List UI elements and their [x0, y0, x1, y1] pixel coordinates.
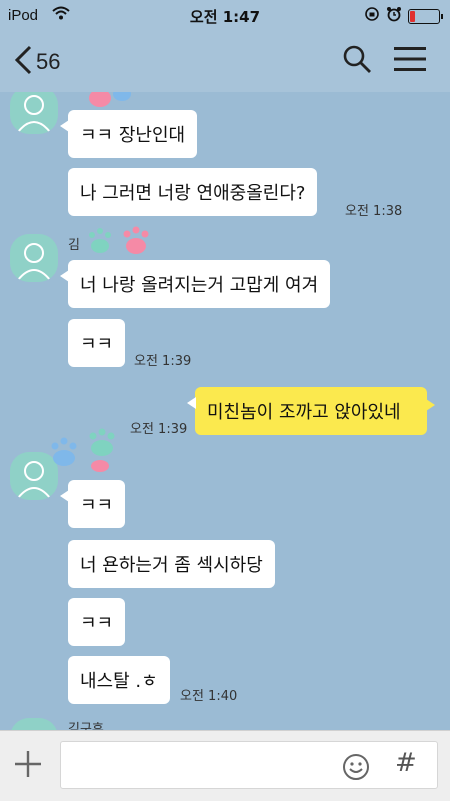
message-bubble[interactable]: 너 나랑 올려지는거 고맙게 여겨	[59, 260, 331, 308]
paw-sticker	[78, 92, 136, 118]
paw-sticker	[48, 428, 128, 478]
person-icon	[10, 95, 58, 134]
search-icon	[342, 45, 372, 78]
message-bubble[interactable]: 너 욘하는거 좀 섹시하당	[68, 540, 275, 588]
menu-button[interactable]	[394, 46, 426, 76]
paw-sticker	[86, 224, 156, 262]
avatar[interactable]	[10, 92, 58, 134]
message-text: 나 그러면 너랑 연애중올린다?	[80, 183, 306, 204]
battery-icon	[408, 8, 443, 24]
message-text: ㅋㅋ	[80, 334, 114, 355]
message-time: 오전 1:39	[130, 422, 188, 437]
plus-icon	[12, 751, 44, 784]
hashtag-button[interactable]: #	[395, 748, 417, 778]
back-button[interactable]: 56	[12, 44, 60, 80]
search-button[interactable]	[342, 44, 372, 78]
message-bubble[interactable]: ㅋㅋ	[68, 598, 126, 646]
message-time: 오전 1:40	[180, 689, 238, 704]
message-text: ㅋㅋ	[80, 495, 114, 516]
message-time: 오전 1:38	[345, 204, 403, 219]
message-text: 너 나랑 올려지는거 고맙게 여겨	[80, 275, 319, 296]
message-bubble[interactable]: 내스탈 .ㅎ	[68, 656, 170, 704]
message-bubble[interactable]: 나 그러면 너랑 연애중올린다?	[68, 168, 318, 216]
status-bar: iPod 오전 1:47	[0, 0, 450, 30]
message-text: ㅋㅋ 장난인대	[80, 125, 186, 146]
sender-name: 김구휴	[68, 722, 104, 730]
rotation-lock-icon	[364, 6, 380, 26]
sender-name: 김	[68, 238, 80, 253]
my-message-bubble[interactable]: 미친놈이 조까고 앉아있네	[187, 387, 435, 435]
input-bar: #	[0, 730, 450, 801]
message-bubble[interactable]: ㅋㅋ	[68, 319, 126, 367]
status-icons	[364, 6, 443, 26]
smiley-icon	[342, 754, 370, 785]
chat-messages[interactable]: ㅋㅋ 장난인대 나 그러면 너랑 연애중올린다? 오전 1:38 김 너 나랑 …	[0, 92, 450, 730]
avatar[interactable]	[10, 718, 58, 730]
person-icon	[10, 461, 58, 500]
chevron-left-icon	[12, 44, 34, 80]
message-time: 오전 1:39	[134, 354, 192, 369]
chat-header: 56	[0, 30, 450, 92]
message-text: ㅋㅋ	[80, 613, 114, 634]
message-text: 내스탈 .ㅎ	[80, 671, 158, 692]
message-input[interactable]	[60, 741, 438, 789]
alarm-icon	[386, 6, 402, 26]
message-bubble[interactable]: ㅋㅋ	[59, 480, 126, 528]
message-text: 너 욘하는거 좀 섹시하당	[80, 555, 263, 576]
menu-icon	[394, 47, 426, 76]
attach-button[interactable]	[12, 748, 44, 784]
unread-count: 56	[36, 49, 61, 74]
message-text: 미친놈이 조까고 앉아있네	[207, 402, 401, 423]
person-icon	[10, 243, 58, 282]
emoji-button[interactable]	[342, 753, 370, 785]
avatar[interactable]	[10, 234, 58, 282]
